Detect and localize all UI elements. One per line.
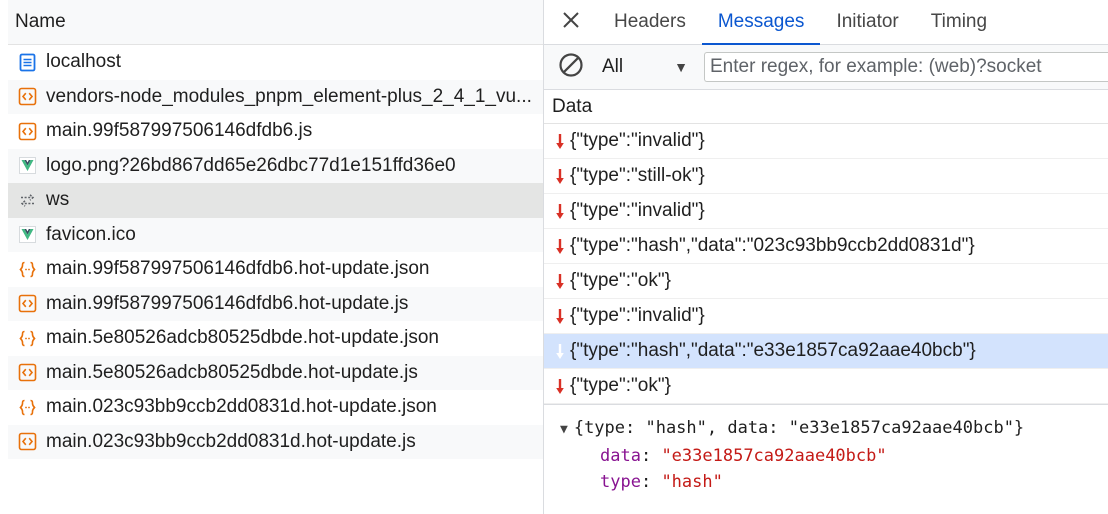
request-row[interactable]: main.5e80526adcb80525dbde.hot-update.js (8, 355, 543, 390)
arrow-down-icon (552, 308, 568, 325)
request-name: main.023c93bb9ccb2dd0831d.hot-update.jso… (46, 396, 437, 418)
message-row[interactable]: {"type":"invalid"} (544, 299, 1108, 334)
request-name: main.5e80526adcb80525dbde.hot-update.js (46, 361, 418, 383)
preview-field-key: type (600, 472, 641, 492)
json-icon (18, 260, 37, 279)
json-icon (18, 329, 37, 348)
image-icon (18, 225, 37, 244)
request-row[interactable]: ws (8, 183, 543, 218)
message-list: {"type":"invalid"} {"type":"still-ok"} {"t… (544, 124, 1108, 404)
preview-summary-line[interactable]: ▼ {type: "hash", data: "e33e1857ca92aae40… (560, 415, 1108, 443)
message-preview: ▼ {type: "hash", data: "e33e1857ca92aae40… (544, 404, 1108, 495)
message-row[interactable]: {"type":"invalid"} (544, 124, 1108, 159)
arrow-down-icon (552, 168, 568, 185)
close-icon (562, 11, 580, 34)
request-row[interactable]: main.99f587997506146dfdb6.hot-update.jso… (8, 252, 543, 287)
arrow-down-icon (552, 133, 568, 150)
request-row[interactable]: main.023c93bb9ccb2dd0831d.hot-update.js (8, 424, 543, 459)
request-name: vendors-node_modules_pnpm_element-plus_2… (46, 85, 532, 107)
regex-filter-input[interactable] (704, 52, 1108, 82)
request-row[interactable]: localhost (8, 45, 543, 80)
preview-fields: data: "e33e1857ca92aae40bcb" type: "hash" (560, 443, 1108, 495)
message-filter-bar: All ▼ (544, 45, 1108, 90)
message-row[interactable]: {"type":"invalid"} (544, 194, 1108, 229)
request-name: main.023c93bb9ccb2dd0831d.hot-update.js (46, 430, 416, 452)
message-data: {"type":"invalid"} (570, 130, 705, 151)
arrow-down-icon (552, 238, 568, 255)
arrow-down-icon (552, 203, 568, 220)
script-icon (18, 87, 37, 106)
message-type-select[interactable]: All ▼ (598, 56, 702, 78)
message-type-value: All (602, 56, 624, 77)
request-detail-pane: HeadersMessagesInitiatorTiming All ▼ Dat… (544, 0, 1108, 514)
request-name: favicon.ico (46, 223, 136, 245)
request-row[interactable]: main.99f587997506146dfdb6.js (8, 114, 543, 149)
preview-field-key: data (600, 446, 641, 466)
message-data: {"type":"hash","data":"023c93bb9ccb2dd08… (570, 235, 975, 256)
websocket-icon (18, 191, 37, 210)
message-row[interactable]: {"type":"ok"} (544, 369, 1108, 404)
message-data: {"type":"invalid"} (570, 200, 705, 221)
request-name: ws (46, 189, 70, 211)
request-row[interactable]: favicon.ico (8, 217, 543, 252)
request-name: main.5e80526adcb80525dbde.hot-update.jso… (46, 327, 439, 349)
request-row[interactable]: main.5e80526adcb80525dbde.hot-update.jso… (8, 321, 543, 356)
block-icon (558, 52, 584, 83)
preview-field: data: "e33e1857ca92aae40bcb" (600, 446, 887, 466)
message-row[interactable]: {"type":"ok"} (544, 264, 1108, 299)
tab-messages[interactable]: Messages (701, 0, 821, 45)
script-icon (18, 122, 37, 141)
message-row[interactable]: {"type":"hash","data":"e33e1857ca92aae40… (544, 334, 1108, 369)
request-rows: localhost vendors-node_modules_pnpm_eleme… (8, 45, 543, 459)
triangle-down-icon: ▼ (674, 59, 688, 75)
request-list: Name localhost vendors-node_modules_pnpm_… (8, 0, 543, 514)
document-icon (18, 53, 37, 72)
script-icon (18, 294, 37, 313)
request-name: localhost (46, 51, 121, 73)
message-data: {"type":"ok"} (570, 375, 671, 396)
tab-timing[interactable]: Timing (915, 0, 1003, 44)
script-icon (18, 363, 37, 382)
script-icon (18, 432, 37, 451)
image-icon (18, 156, 37, 175)
arrow-down-icon (552, 378, 568, 395)
message-data: {"type":"hash","data":"e33e1857ca92aae40… (570, 340, 976, 361)
request-row[interactable]: main.99f587997506146dfdb6.hot-update.js (8, 286, 543, 321)
request-row[interactable]: vendors-node_modules_pnpm_element-plus_2… (8, 79, 543, 114)
preview-field: type: "hash" (600, 472, 723, 492)
arrow-down-icon (552, 273, 568, 290)
message-data: {"type":"ok"} (570, 270, 671, 291)
triangle-expanded-icon[interactable]: ▼ (560, 422, 568, 437)
request-name: main.99f587997506146dfdb6.js (46, 120, 313, 142)
request-name: main.99f587997506146dfdb6.hot-update.jso… (46, 258, 430, 280)
devtools-network-panel: Name localhost vendors-node_modules_pnpm_… (0, 0, 1108, 514)
preview-field-value: "e33e1857ca92aae40bcb" (661, 446, 887, 466)
detail-tabbar: Headers Messages Initiator Timing (544, 0, 1108, 45)
tab-initiator[interactable]: Initiator (820, 0, 914, 44)
tab-headers[interactable]: Headers (598, 0, 702, 44)
arrow-down-icon (552, 343, 568, 360)
detail-tabs: Headers Messages Initiator Timing (598, 0, 1003, 45)
json-icon (18, 398, 37, 417)
close-detail-button[interactable] (544, 0, 598, 44)
name-column-header[interactable]: Name (8, 0, 543, 45)
preview-field-value: "hash" (661, 472, 723, 492)
request-row[interactable]: logo.png?26bd867dd65e26dbc77d1e151ffd36e… (8, 148, 543, 183)
message-row[interactable]: {"type":"hash","data":"023c93bb9ccb2dd08… (544, 229, 1108, 264)
data-column-header[interactable]: Data (544, 90, 1108, 124)
message-row[interactable]: {"type":"still-ok"} (544, 159, 1108, 194)
request-name: main.99f587997506146dfdb6.hot-update.js (46, 292, 409, 314)
preview-summary: {type: "hash", data: "e33e1857ca92aae40b… (573, 418, 1025, 438)
message-data: {"type":"still-ok"} (570, 165, 705, 186)
request-name: logo.png?26bd867dd65e26dbc77d1e151ffd36e… (46, 154, 456, 176)
request-row[interactable]: main.023c93bb9ccb2dd0831d.hot-update.jso… (8, 390, 543, 425)
message-data: {"type":"invalid"} (570, 305, 705, 326)
clear-messages-button[interactable] (544, 52, 598, 83)
